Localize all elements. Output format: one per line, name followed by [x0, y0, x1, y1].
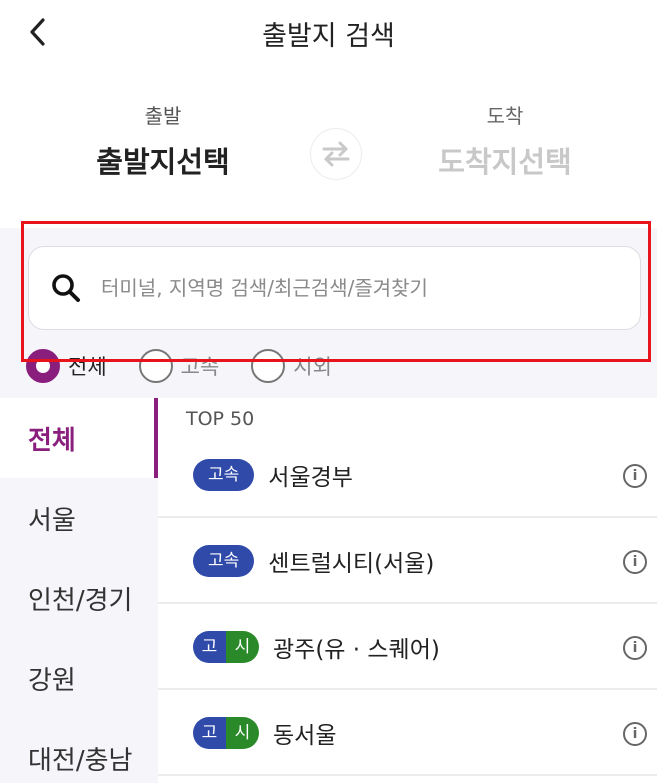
region-sidebar: 전체 서울 인천/경기 강원 대전/충남	[0, 398, 158, 783]
express-intercity-badge: 고 시	[193, 631, 259, 663]
express-badge: 고속	[193, 545, 255, 577]
filter-all-label: 전체	[68, 355, 107, 379]
route-selector: 출발 출발지선택 도착 도착지선택	[0, 90, 657, 200]
sidebar-item-gangwon[interactable]: 강원	[0, 638, 158, 718]
search-icon	[52, 274, 80, 302]
departure-value: 출발지선택	[96, 145, 230, 179]
filter-all[interactable]: 전체	[26, 349, 107, 383]
badge-express-text: 고	[193, 631, 226, 663]
terminal-list: TOP 50 고속 서울경부 i 고속 센트럴시티(서울) i 고 시 광주(유…	[158, 398, 657, 783]
header: 출발지 검색	[0, 0, 657, 64]
swap-arrows-icon	[322, 141, 350, 167]
express-intercity-badge: 고 시	[193, 717, 259, 749]
badge-intercity-text: 시	[226, 717, 259, 749]
terminal-name: 동서울	[273, 723, 337, 749]
page-title: 출발지 검색	[262, 21, 395, 52]
arrival-selector[interactable]: 도착 도착지선택	[390, 100, 620, 181]
arrival-value: 도착지선택	[438, 145, 572, 179]
departure-label: 출발	[144, 104, 182, 128]
list-item[interactable]: 고 시 동서울 i	[158, 692, 657, 776]
list-item[interactable]: 고속 서울경부 i	[158, 434, 657, 518]
sidebar-item-daejeon-chungnam[interactable]: 대전/충남	[0, 718, 158, 783]
search-input[interactable]	[101, 276, 601, 300]
info-icon[interactable]: i	[623, 636, 647, 660]
info-icon[interactable]: i	[623, 722, 647, 746]
info-icon[interactable]: i	[623, 550, 647, 574]
swap-button[interactable]	[310, 128, 362, 180]
badge-express-text: 고속	[193, 545, 255, 577]
type-filter: 전체 고속 시외	[26, 346, 364, 386]
departure-selector[interactable]: 출발 출발지선택	[48, 100, 278, 181]
list-item[interactable]: 고 시 광주(유 · 스퀘어) i	[158, 606, 657, 690]
express-badge: 고속	[193, 459, 255, 491]
filter-express[interactable]: 고속	[138, 349, 220, 383]
radio-intercity[interactable]	[251, 349, 286, 383]
badge-express-text: 고	[193, 717, 226, 749]
search-area: 전체 고속 시외	[0, 228, 657, 398]
sidebar-item-incheon-gyeonggi[interactable]: 인천/경기	[0, 558, 158, 638]
terminal-name: 서울경부	[268, 465, 353, 491]
filter-intercity[interactable]: 시외	[251, 349, 332, 383]
filter-intercity-label: 시외	[293, 355, 332, 379]
sidebar-item-all[interactable]: 전체	[0, 398, 158, 478]
terminal-name: 센트럴시티(서울)	[268, 551, 435, 577]
radio-all[interactable]	[26, 349, 60, 383]
info-icon[interactable]: i	[623, 464, 647, 488]
badge-intercity-text: 시	[226, 631, 259, 663]
badge-express-text: 고속	[193, 459, 255, 491]
sidebar-item-seoul[interactable]: 서울	[0, 478, 158, 558]
search-box[interactable]	[28, 246, 641, 330]
arrival-label: 도착	[486, 104, 524, 128]
list-item[interactable]: 고속 센트럴시티(서울) i	[158, 520, 657, 604]
terminal-name: 광주(유 · 스퀘어)	[273, 637, 440, 663]
section-label: TOP 50	[186, 408, 255, 430]
filter-express-label: 고속	[180, 355, 220, 379]
radio-express[interactable]	[138, 349, 173, 383]
